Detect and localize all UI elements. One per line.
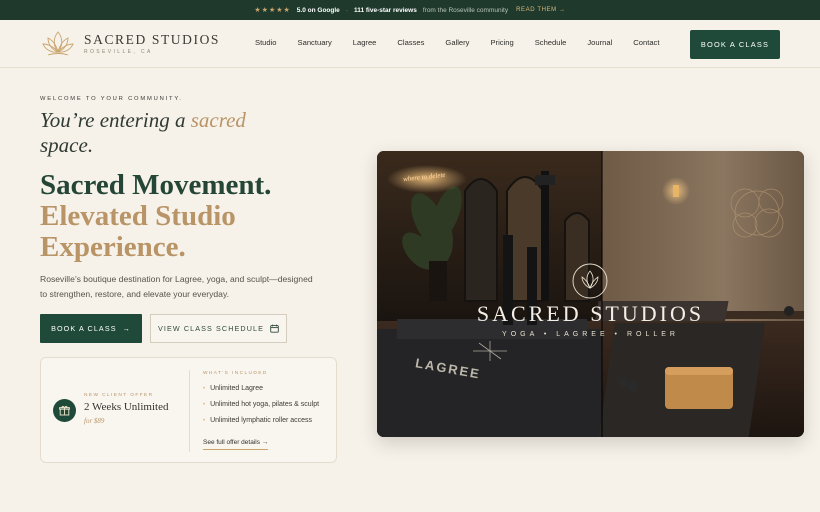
site-logo[interactable]: SACRED STUDIOS ROSEVILLE, CA <box>40 26 220 62</box>
hero-headline: Sacred Movement. Elevated Studio Experie… <box>40 170 360 263</box>
nav-journal[interactable]: Journal <box>587 38 612 47</box>
header-book-class-button[interactable]: BOOK A CLASS <box>690 30 780 59</box>
offer-divider <box>189 370 190 452</box>
script-part-2: space. <box>40 133 94 157</box>
logo-wordmark: SACRED STUDIOS <box>84 31 221 47</box>
offer-title: 2 Weeks Unlimited <box>84 401 169 413</box>
offer-details-link[interactable]: See full offer details → <box>203 439 269 450</box>
review-banner: ★★★★★ 5.0 on Google · 111 five-star revi… <box>0 0 820 20</box>
lotus-logo-icon <box>42 31 74 56</box>
main-nav: Studio Sanctuary Lagree Classes Gallery … <box>255 38 680 47</box>
headline-line-1: Sacred Movement. <box>40 169 272 201</box>
nav-sanctuary[interactable]: Sanctuary <box>298 38 332 47</box>
hero-eyebrow: WELCOME TO YOUR COMMUNITY. <box>40 96 183 102</box>
included-item: Unlimited hot yoga, pilates & sculpt <box>203 400 319 416</box>
offer-price: for $89 <box>84 417 105 425</box>
included-heading: WHAT'S INCLUDED <box>203 371 268 376</box>
script-part-1: You’re entering a <box>40 108 191 132</box>
nav-lagree[interactable]: Lagree <box>353 38 377 47</box>
banner-separator: · <box>345 6 348 14</box>
site-header: SACRED STUDIOS ROSEVILLE, CA Studio Sanc… <box>0 20 820 68</box>
reviews-source: from the Roseville community <box>422 6 509 14</box>
view-schedule-button[interactable]: VIEW CLASS SCHEDULE <box>150 314 287 343</box>
included-list: Unlimited Lagree Unlimited hot yoga, pil… <box>203 384 319 432</box>
hero-description: Roseville’s boutique destination for Lag… <box>40 274 313 299</box>
read-reviews-link[interactable]: READ THEM → <box>516 7 566 13</box>
book-class-label: BOOK A CLASS <box>51 324 117 333</box>
photo-studio-name: SACRED STUDIOS <box>476 301 705 326</box>
book-class-button[interactable]: BOOK A CLASS → <box>40 314 142 343</box>
studio-hero-image: where to delete SACRED STUDIOS YOGA • LA… <box>377 151 804 437</box>
studio-photo-illustration <box>377 151 804 437</box>
hero-script-line: You’re entering a sacred space. <box>40 108 290 158</box>
photo-tagline: YOGA • LAGREE • ROLLER <box>502 331 679 338</box>
nav-pricing[interactable]: Pricing <box>490 38 513 47</box>
included-item: Unlimited lymphatic roller access <box>203 416 319 432</box>
offer-kicker: NEW CLIENT OFFER <box>84 393 154 398</box>
calendar-icon <box>270 324 279 333</box>
included-item: Unlimited Lagree <box>203 384 319 400</box>
headline-gold-line: Elevated Studio Experience. <box>40 200 236 263</box>
nav-studio[interactable]: Studio <box>255 38 277 47</box>
nav-gallery[interactable]: Gallery <box>445 38 469 47</box>
star-rating-icon: ★★★★★ <box>254 7 291 14</box>
nav-contact[interactable]: Contact <box>633 38 659 47</box>
nav-classes[interactable]: Classes <box>397 38 424 47</box>
script-accent-word: sacred <box>190 108 246 132</box>
new-client-offer-card: NEW CLIENT OFFER 2 Weeks Unlimited for $… <box>40 357 337 463</box>
arrow-right-icon: → <box>122 324 131 333</box>
view-schedule-label: VIEW CLASS SCHEDULE <box>158 324 264 333</box>
logo-location: ROSEVILLE, CA <box>84 49 153 56</box>
gift-icon <box>53 399 76 422</box>
reviews-count: 111 five-star reviews <box>353 6 417 14</box>
google-rating: 5.0 on Google <box>296 6 340 14</box>
nav-schedule[interactable]: Schedule <box>535 38 567 47</box>
